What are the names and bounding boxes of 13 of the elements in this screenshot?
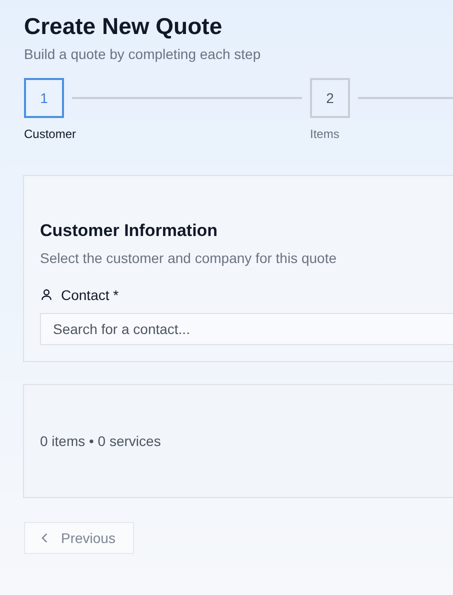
contact-search-field[interactable]: Search for a contact... (40, 312, 453, 344)
page-title: Create New Quote (24, 12, 224, 40)
chevron-left-icon (41, 532, 49, 542)
summary-text: 0 items • 0 services (40, 432, 161, 450)
contact-label: Contact * (61, 286, 119, 304)
step-label: Customer (24, 126, 78, 142)
step-number[interactable]: 1 (24, 78, 64, 118)
card-title: Customer Information (40, 220, 219, 242)
page-subtitle: Build a quote by completing each step (24, 45, 262, 64)
person-icon (40, 288, 53, 301)
step-number[interactable]: 2 (310, 78, 350, 118)
step-label: Items (310, 126, 340, 142)
card-subtitle: Select the customer and company for this quote (40, 248, 338, 268)
